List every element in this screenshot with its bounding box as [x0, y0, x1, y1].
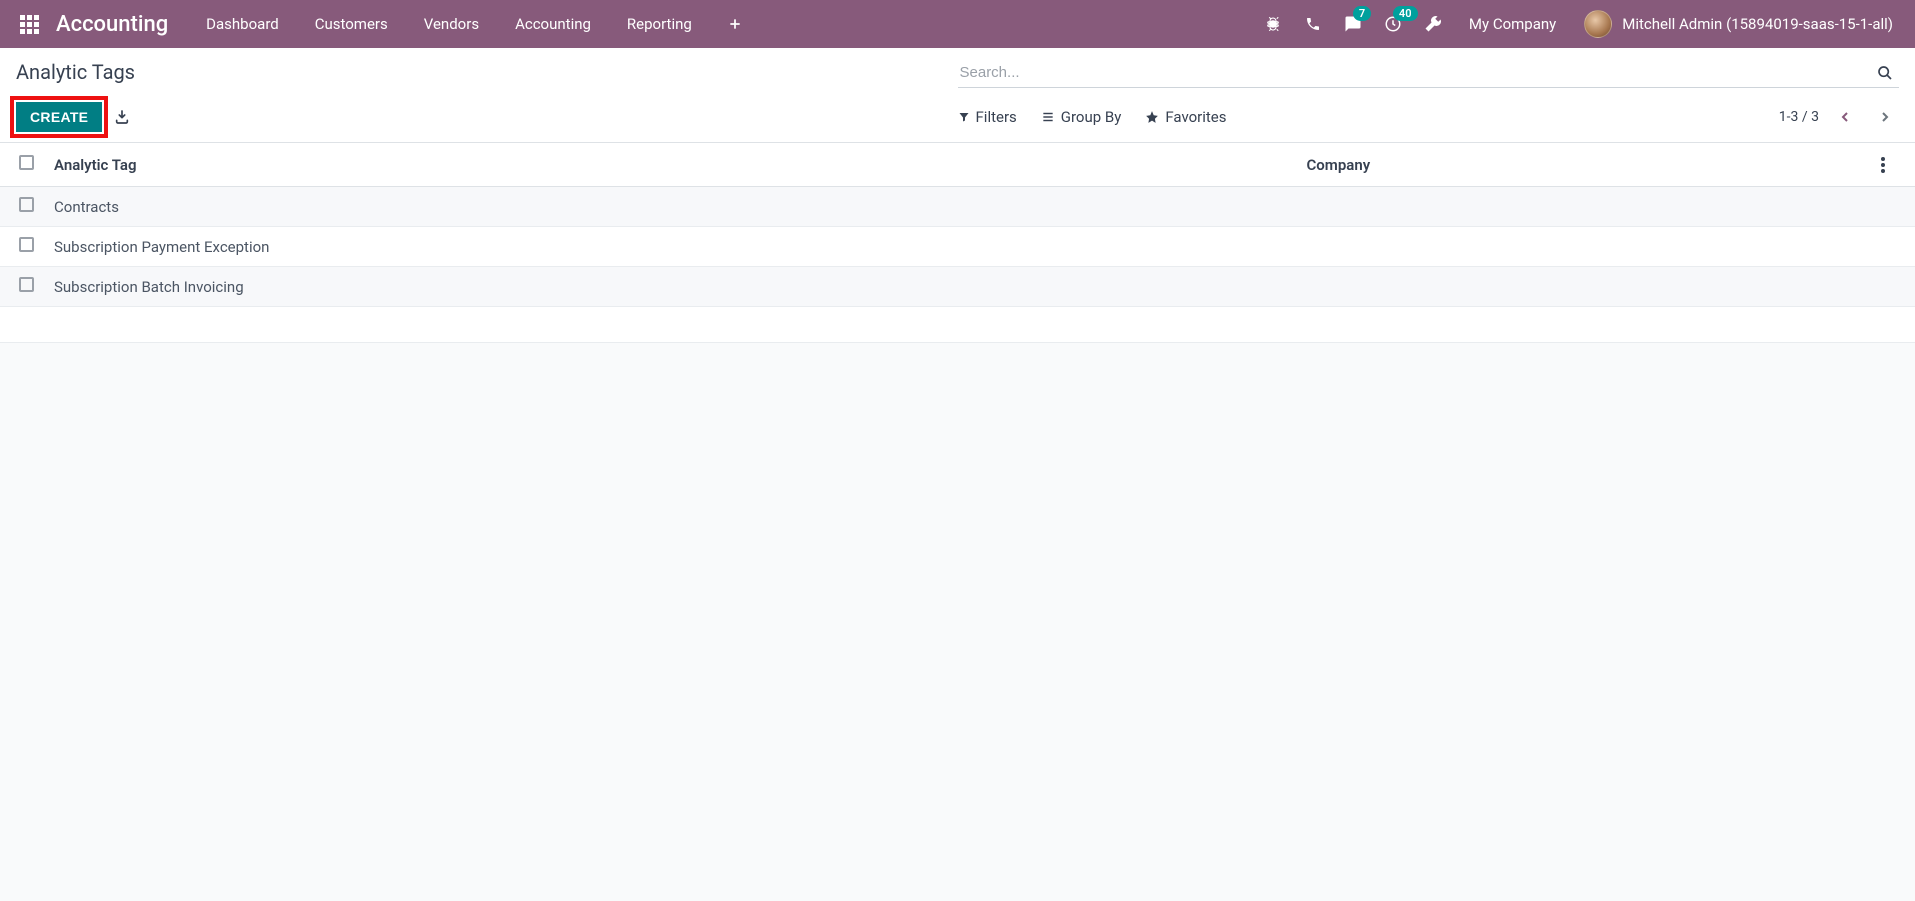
col-company[interactable]: Company [1297, 143, 1872, 187]
menu-customers[interactable]: Customers [297, 0, 406, 48]
col-analytic-tag[interactable]: Analytic Tag [44, 143, 1297, 187]
chevron-right-icon [1877, 109, 1893, 125]
row-checkbox[interactable] [19, 237, 34, 252]
messages-badge: 7 [1353, 6, 1371, 21]
menu-accounting[interactable]: Accounting [497, 0, 609, 48]
pager: 1-3 / 3 [1779, 103, 1899, 131]
col-options [1871, 143, 1915, 187]
menu-new-icon[interactable] [710, 0, 760, 48]
menu-vendors[interactable]: Vendors [406, 0, 497, 48]
messages-icon-btn[interactable]: 7 [1333, 0, 1373, 48]
table-row[interactable]: Subscription Payment Exception [0, 227, 1915, 267]
search-bar [958, 60, 1900, 88]
cell-tag: Contracts [44, 187, 1297, 227]
table-footer-spacer [0, 307, 1915, 343]
table-row[interactable]: Subscription Batch Invoicing [0, 267, 1915, 307]
filters-button[interactable]: Filters [958, 108, 1017, 126]
download-icon [114, 109, 130, 125]
cell-company [1297, 267, 1872, 307]
plus-icon [728, 17, 742, 31]
pager-prev[interactable] [1831, 103, 1859, 131]
bug-icon [1264, 15, 1282, 33]
search-input[interactable] [958, 60, 1872, 85]
user-menu[interactable]: Mitchell Admin (15894019-saas-15-1-all) [1572, 10, 1903, 38]
row-checkbox[interactable] [19, 277, 34, 292]
search-icon [1877, 65, 1893, 81]
control-panel: Analytic Tags CREATE Filters Group [0, 48, 1915, 143]
filters-label: Filters [976, 108, 1017, 126]
table-row[interactable]: Contracts [0, 187, 1915, 227]
main-menu: Dashboard Customers Vendors Accounting R… [188, 0, 760, 48]
cell-company [1297, 227, 1872, 267]
breadcrumb: Analytic Tags [16, 60, 135, 84]
create-button[interactable]: CREATE [16, 102, 102, 132]
column-options-button[interactable] [1881, 157, 1905, 173]
favorites-label: Favorites [1165, 108, 1226, 126]
phone-icon-btn[interactable] [1293, 0, 1333, 48]
menu-reporting[interactable]: Reporting [609, 0, 710, 48]
wrench-icon [1424, 15, 1442, 33]
tools-icon-btn[interactable] [1413, 0, 1453, 48]
row-checkbox[interactable] [19, 197, 34, 212]
pager-next[interactable] [1871, 103, 1899, 131]
star-icon [1145, 110, 1159, 124]
list-icon [1041, 110, 1055, 124]
avatar [1584, 10, 1612, 38]
activities-icon-btn[interactable]: 40 [1373, 0, 1413, 48]
analytic-tags-table: Analytic Tag Company Contracts Subscript… [0, 143, 1915, 307]
phone-icon [1305, 16, 1321, 32]
user-name: Mitchell Admin (15894019-saas-15-1-all) [1622, 15, 1893, 33]
search-options: Filters Group By Favorites [958, 108, 1227, 126]
select-all-checkbox[interactable] [19, 155, 34, 170]
app-name[interactable]: Accounting [56, 12, 168, 37]
cell-tag: Subscription Batch Invoicing [44, 267, 1297, 307]
company-switcher[interactable]: My Company [1453, 15, 1572, 33]
export-button[interactable] [114, 109, 130, 125]
apps-menu-icon[interactable] [12, 0, 46, 48]
menu-dashboard[interactable]: Dashboard [188, 0, 297, 48]
favorites-button[interactable]: Favorites [1145, 108, 1226, 126]
cell-tag: Subscription Payment Exception [44, 227, 1297, 267]
groupby-label: Group By [1061, 108, 1122, 126]
col-select-all [0, 143, 44, 187]
top-navbar: Accounting Dashboard Customers Vendors A… [0, 0, 1915, 48]
list-view: Analytic Tag Company Contracts Subscript… [0, 143, 1915, 343]
chevron-left-icon [1837, 109, 1853, 125]
cell-company [1297, 187, 1872, 227]
nav-left: Accounting Dashboard Customers Vendors A… [12, 0, 760, 48]
kebab-icon [1881, 157, 1885, 173]
nav-right: 7 40 My Company Mitchell Admin (15894019… [1253, 0, 1903, 48]
pager-text: 1-3 / 3 [1779, 109, 1819, 125]
debug-icon[interactable] [1253, 0, 1293, 48]
search-button[interactable] [1871, 65, 1899, 81]
funnel-icon [958, 111, 970, 123]
groupby-button[interactable]: Group By [1041, 108, 1122, 126]
